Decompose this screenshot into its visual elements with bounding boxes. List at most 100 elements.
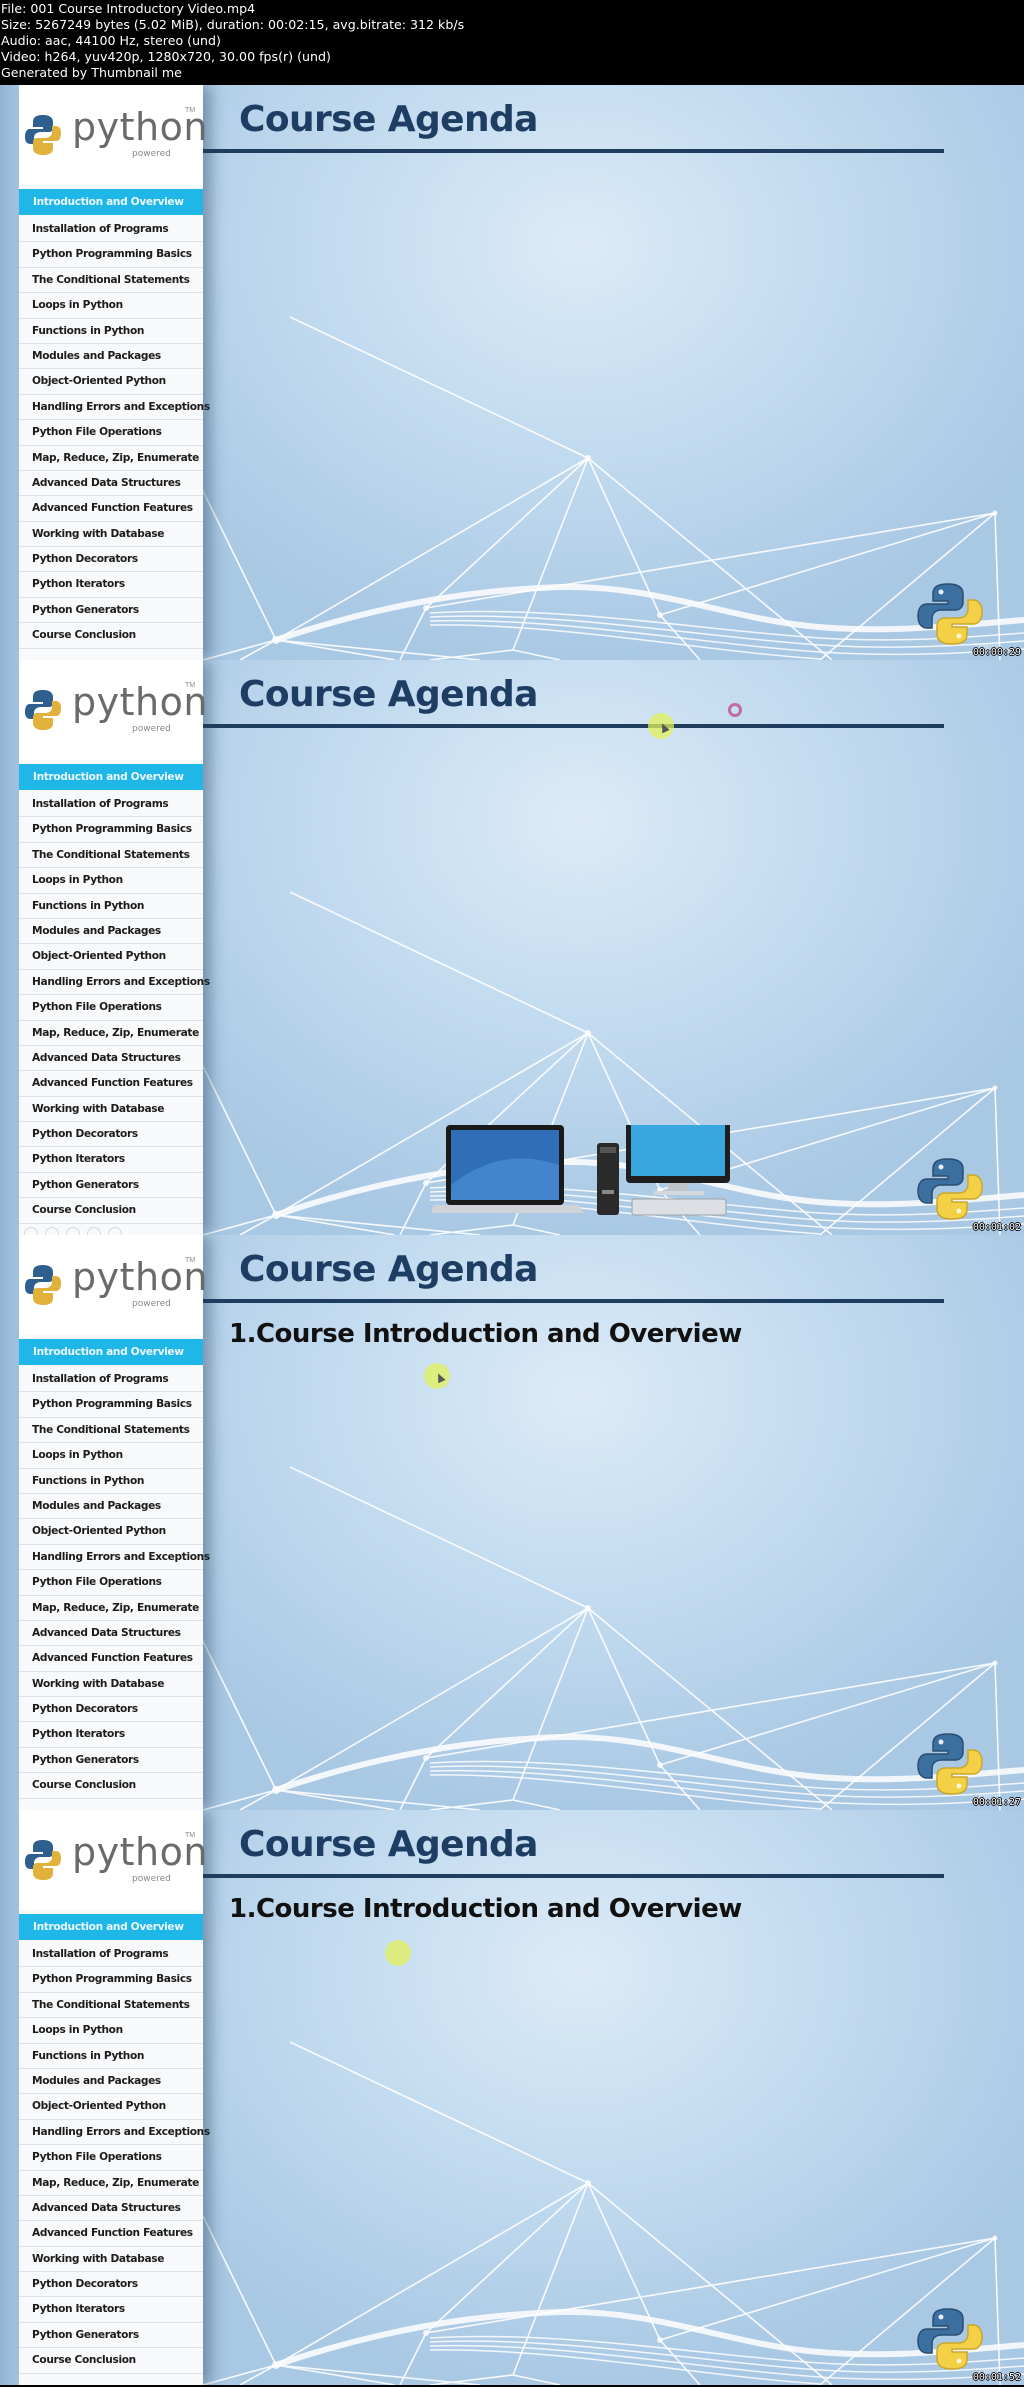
- agenda-item: Course Conclusion: [19, 2348, 203, 2374]
- agenda-item: Python Decorators: [19, 1697, 203, 1723]
- agenda-item: Working with Database: [19, 522, 203, 548]
- agenda-item: Object-Oriented Python: [19, 944, 203, 970]
- python-badge-icon: [917, 583, 983, 645]
- frame-timestamp: 00:01:02: [972, 1222, 1021, 1233]
- file-info-line: Audio: aac, 44100 Hz, stereo (und): [1, 33, 221, 48]
- frame-timestamp: 00:01:52: [972, 2372, 1021, 2383]
- agenda-item: Handling Errors and Exceptions: [19, 395, 210, 421]
- agenda-item: Course Conclusion: [19, 1198, 203, 1224]
- presenter-toolbar[interactable]: [24, 1227, 122, 1235]
- agenda-item: Map, Reduce, Zip, Enumerate: [19, 1596, 203, 1621]
- pen-icon[interactable]: [45, 1227, 59, 1235]
- video-frame: python TM powered Introduction and Overv…: [0, 1235, 1024, 1810]
- agenda-menu: Introduction and Overview Installation of…: [19, 764, 210, 1224]
- agenda-item: Functions in Python: [19, 894, 203, 919]
- agenda-item: Installation of Programs: [19, 1942, 203, 1968]
- zoom-icon[interactable]: [87, 1227, 101, 1235]
- left-edge: [0, 1235, 20, 1810]
- file-info-line: Generated by Thumbnail me: [1, 65, 182, 80]
- logo-powered: powered: [132, 149, 171, 159]
- python-badge-icon: [917, 1733, 983, 1795]
- agenda-item: Object-Oriented Python: [19, 1519, 203, 1545]
- agenda-item: Python File Operations: [19, 420, 203, 446]
- python-badge-icon: [917, 2308, 983, 2370]
- agenda-item: Python Generators: [19, 1748, 203, 1774]
- agenda-item: Python Decorators: [19, 547, 203, 573]
- agenda-menu: Introduction and Overview Installation of…: [19, 1914, 210, 2374]
- agenda-item: Functions in Python: [19, 1469, 203, 1494]
- agenda-item-active: Introduction and Overview: [19, 764, 203, 790]
- agenda-item: Python Generators: [19, 2323, 203, 2349]
- desktop-monitor-icon: [626, 1125, 730, 1216]
- agenda-item: Python Decorators: [19, 1122, 203, 1148]
- prev-icon[interactable]: [24, 1227, 38, 1235]
- agenda-item: Object-Oriented Python: [19, 369, 203, 395]
- agenda-item: The Conditional Statements: [19, 843, 203, 869]
- file-info-header: File: 001 Course Introductory Video.mp4 …: [0, 0, 1024, 85]
- agenda-item: Python Decorators: [19, 2272, 203, 2298]
- python-logo-icon: [25, 690, 61, 730]
- agenda-item: Python Programming Basics: [19, 242, 203, 268]
- more-icon[interactable]: [108, 1227, 122, 1235]
- click-indicator: [728, 703, 742, 717]
- agenda-item: Course Conclusion: [19, 1773, 203, 1799]
- python-logo-icon: [25, 115, 61, 155]
- agenda-item: Loops in Python: [19, 868, 203, 894]
- agenda-item: Advanced Data Structures: [19, 2196, 203, 2222]
- file-info-line: File: 001 Course Introductory Video.mp4: [1, 1, 256, 16]
- left-edge: [0, 660, 20, 1235]
- agenda-item: Loops in Python: [19, 293, 203, 319]
- python-powered-logo: python TM powered: [19, 85, 207, 185]
- video-frame: python TM powered Introduction and Overv…: [0, 660, 1024, 1235]
- agenda-item: Installation of Programs: [19, 792, 203, 818]
- file-info-line: Size: 5267249 bytes (5.02 MiB), duration…: [1, 17, 465, 32]
- agenda-item: Advanced Data Structures: [19, 471, 203, 497]
- agenda-item: Python File Operations: [19, 1570, 203, 1596]
- agenda-sidebar: python TM powered Introduction and Overv…: [19, 1235, 210, 1810]
- slides-icon[interactable]: [66, 1227, 80, 1235]
- video-frame: python TM powered Introduction and Overv…: [0, 85, 1024, 660]
- logo-trademark: TM: [185, 107, 196, 114]
- agenda-sidebar: python TM powered Introduction and Overv…: [19, 85, 210, 660]
- agenda-item: Modules and Packages: [19, 344, 203, 370]
- agenda-item: The Conditional Statements: [19, 268, 203, 294]
- agenda-item: Installation of Programs: [19, 217, 203, 243]
- agenda-item: Handling Errors and Exceptions: [19, 2120, 210, 2146]
- slide-title: Course Agenda: [239, 1824, 538, 1865]
- agenda-item-active: Introduction and Overview: [19, 1339, 203, 1365]
- agenda-item: Modules and Packages: [19, 2069, 203, 2095]
- agenda-item-active: Introduction and Overview: [19, 189, 203, 215]
- frame-timestamp: 00:01:27: [972, 1797, 1021, 1808]
- logo-trademark: TM: [185, 1257, 196, 1264]
- video-frame: python TM powered Introduction and Overv…: [0, 1810, 1024, 2385]
- agenda-item: Advanced Data Structures: [19, 1621, 203, 1647]
- agenda-item: Modules and Packages: [19, 919, 203, 945]
- agenda-item: Functions in Python: [19, 2044, 203, 2069]
- agenda-item: Loops in Python: [19, 1443, 203, 1469]
- agenda-item: Installation of Programs: [19, 1367, 203, 1393]
- agenda-item: Python Iterators: [19, 572, 203, 598]
- agenda-item: Handling Errors and Exceptions: [19, 1545, 210, 1571]
- agenda-item: Working with Database: [19, 1672, 203, 1698]
- agenda-item: Handling Errors and Exceptions: [19, 970, 210, 996]
- agenda-item: Course Conclusion: [19, 623, 203, 649]
- agenda-item: Advanced Function Features: [19, 2221, 203, 2247]
- logo-powered: powered: [132, 1874, 171, 1884]
- file-info-line: Video: h264, yuv420p, 1280x720, 30.00 fp…: [1, 49, 331, 64]
- agenda-item: Python Programming Basics: [19, 1967, 203, 1993]
- agenda-item: Advanced Function Features: [19, 1646, 203, 1672]
- agenda-item: Python Iterators: [19, 1722, 203, 1748]
- cursor-highlight: [385, 1940, 411, 1966]
- python-badge-icon: [917, 1158, 983, 1220]
- agenda-item: Python Generators: [19, 1173, 203, 1199]
- agenda-item: Working with Database: [19, 1097, 203, 1123]
- agenda-bullet: 1.Course Introduction and Overview: [229, 1319, 742, 1349]
- agenda-item: Python File Operations: [19, 995, 203, 1021]
- agenda-item: Python Iterators: [19, 1147, 203, 1173]
- python-powered-logo: python TM powered: [19, 660, 207, 760]
- agenda-item: Map, Reduce, Zip, Enumerate: [19, 1021, 203, 1046]
- computer-devices-illustration: [432, 1125, 730, 1216]
- agenda-item: Working with Database: [19, 2247, 203, 2273]
- title-rule: [203, 149, 944, 153]
- agenda-item: Python Programming Basics: [19, 1392, 203, 1418]
